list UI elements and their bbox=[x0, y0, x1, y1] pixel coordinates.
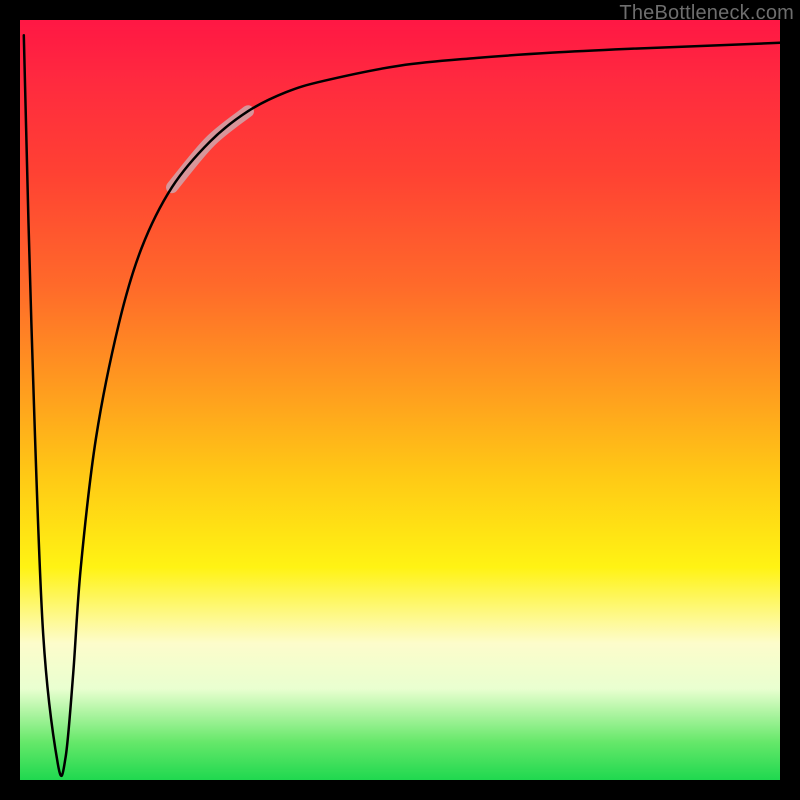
attribution-text: TheBottleneck.com bbox=[619, 2, 794, 25]
bottleneck-curve bbox=[24, 35, 780, 776]
curve-highlight-segment bbox=[172, 111, 248, 187]
chart-container: TheBottleneck.com bbox=[0, 0, 800, 800]
plot-area bbox=[20, 20, 780, 780]
curve-layer bbox=[20, 20, 780, 780]
